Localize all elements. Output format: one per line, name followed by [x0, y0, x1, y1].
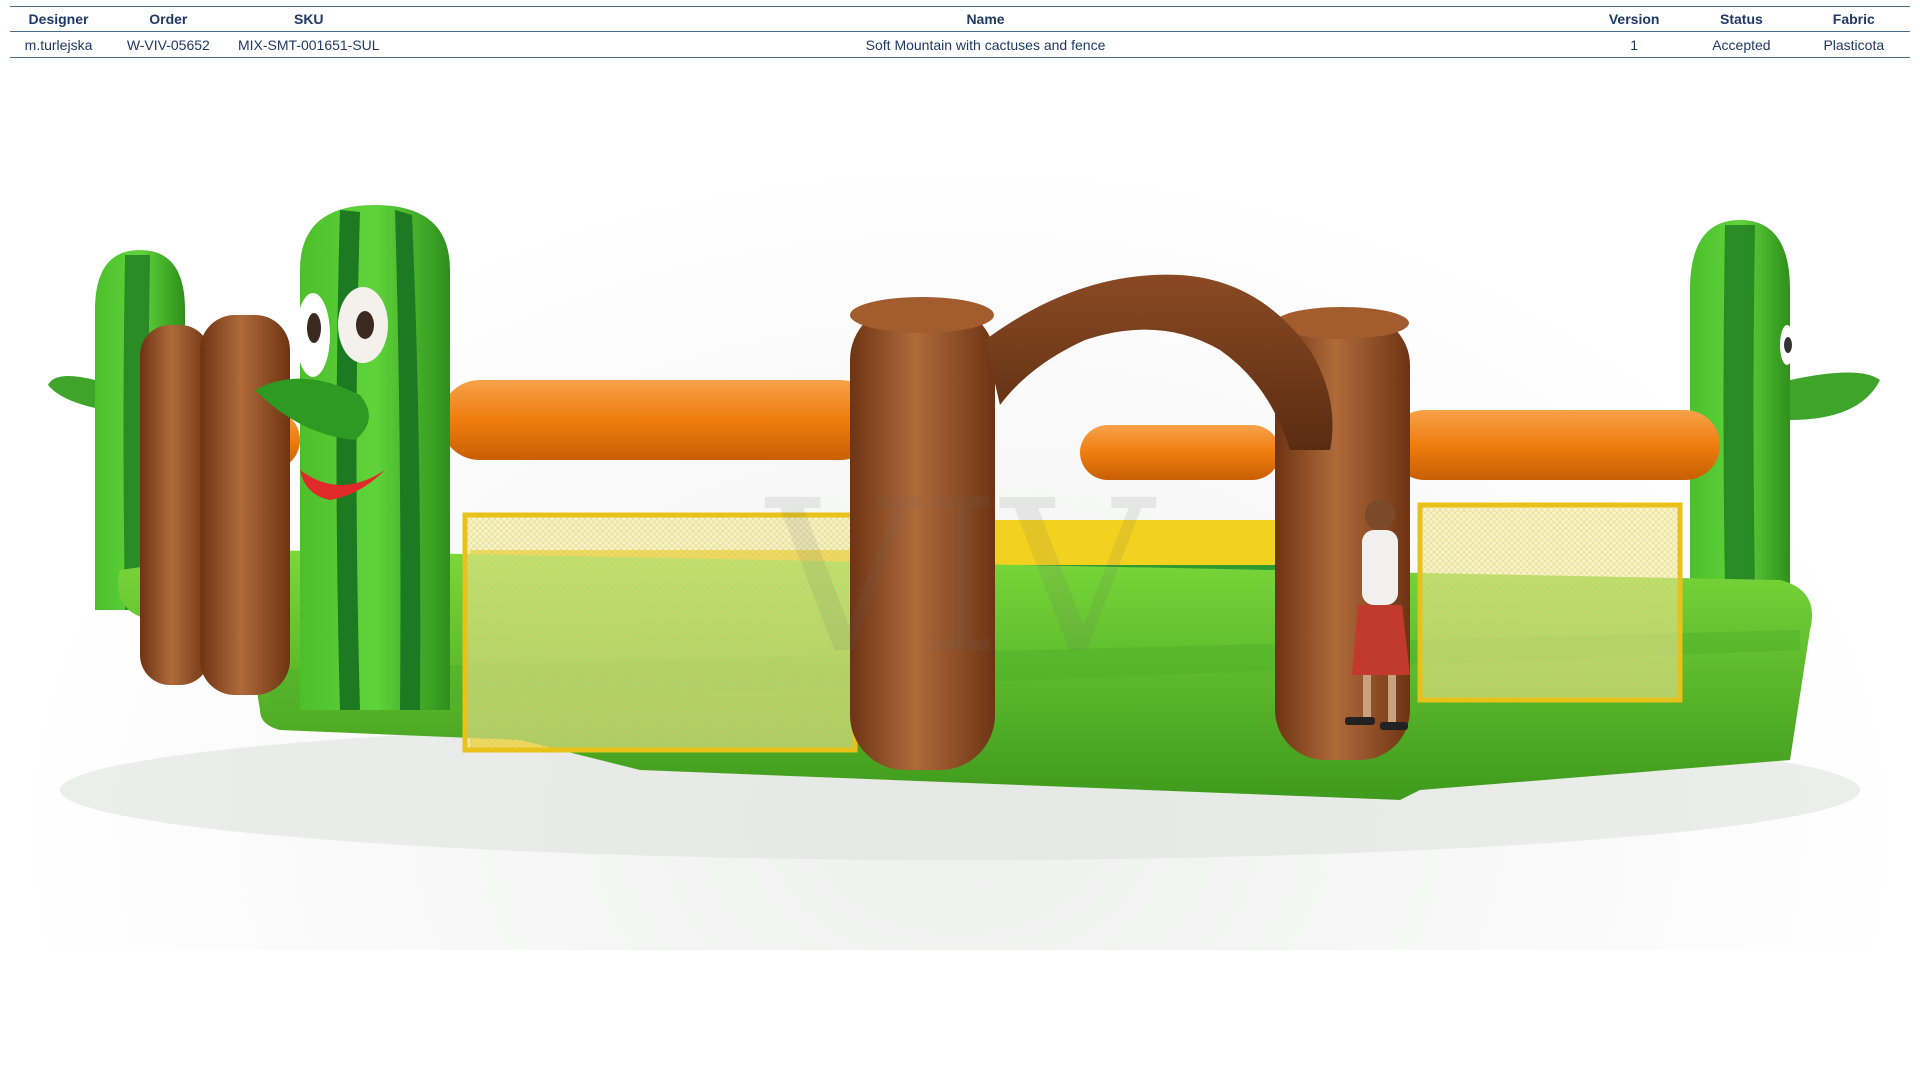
header-name: Name: [387, 6, 1584, 32]
cell-fabric: Plasticota: [1797, 31, 1910, 58]
header-fabric: Fabric: [1797, 6, 1910, 32]
header-version: Version: [1583, 6, 1686, 32]
product-render: VIV: [48, 205, 1880, 860]
back-right-cactus: [1690, 220, 1880, 590]
header-status: Status: [1685, 6, 1798, 32]
header-designer: Designer: [10, 6, 108, 32]
spec-data-row: m.turlejska W-VIV-05652 MIX-SMT-001651-S…: [10, 31, 1910, 58]
header-order: Order: [107, 6, 230, 32]
cell-designer: m.turlejska: [10, 31, 108, 58]
product-spec-table: Designer Order SKU Name Version Status F…: [10, 6, 1910, 58]
cell-status: Accepted: [1685, 31, 1798, 58]
cell-name: Soft Mountain with cactuses and fence: [387, 31, 1584, 58]
cell-sku: MIX-SMT-001651-SUL: [229, 31, 388, 58]
header-sku: SKU: [229, 6, 388, 32]
spec-header-row: Designer Order SKU Name Version Status F…: [10, 6, 1910, 32]
watermark-logo: VIV: [764, 455, 1157, 700]
cell-version: 1: [1583, 31, 1686, 58]
cell-order: W-VIV-05652: [107, 31, 230, 58]
brown-arch: [985, 274, 1333, 450]
